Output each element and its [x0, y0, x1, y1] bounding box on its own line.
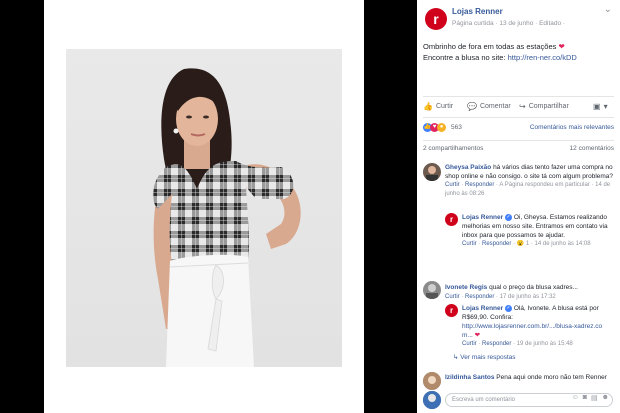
- post-sidebar: r Lojas Renner Página curtida · 13 de ju…: [417, 0, 620, 413]
- reply-time: 19 de junho às 15:48: [516, 341, 573, 347]
- comments-count[interactable]: 12 comentários: [570, 145, 614, 152]
- heart-emoji-icon: ❤: [474, 332, 481, 339]
- reply-link[interactable]: http://www.lojasrenner.com.br/.../blusa-…: [462, 322, 612, 340]
- avatar: [423, 391, 441, 409]
- reply: Lojas Renner ✓ Oi, Gheysa. Estamos reali…: [462, 213, 614, 249]
- comment: Izildinha Santos Pena aqui onde moro não…: [445, 373, 615, 382]
- page-name-link[interactable]: Lojas Renner: [452, 7, 503, 16]
- comment-label: Comentar: [479, 103, 511, 110]
- wow-reaction-icon: ●: [437, 123, 446, 132]
- share-label: Compartilhar: [528, 103, 569, 110]
- share-arrow-icon: ↪: [519, 102, 526, 111]
- comment: Gheysa Paixão há vários dias tento fazer…: [445, 163, 615, 199]
- comment-reply-link[interactable]: Responder: [465, 182, 494, 188]
- comment-meta: Curtir · Responder · 17 de junho às 17:3…: [445, 294, 556, 300]
- reply-meta: Curtir · Responder · 😮 1 · 14 de junho à…: [462, 241, 591, 247]
- verified-badge-icon: ✓: [505, 213, 512, 221]
- reply-author[interactable]: Lojas Renner: [462, 214, 503, 221]
- share-button[interactable]: ↪ Compartilhar: [519, 102, 569, 111]
- comment: Ivonete Regis qual o preço da blusa xadr…: [445, 283, 615, 302]
- action-bar: 👍 Curtir 💬 Comentar ↪ Compartilhar ▣ ▾: [423, 100, 614, 114]
- reply-time: 14 de junho às 14:08: [534, 241, 591, 247]
- page-logo[interactable]: r: [425, 8, 447, 30]
- more-replies-link[interactable]: ↳ Ver mais respostas: [453, 353, 516, 362]
- camera-icon[interactable]: ◙: [583, 394, 587, 402]
- comment-text: Pena aqui onde moro não tem Renner: [496, 374, 607, 381]
- avatar[interactable]: [423, 163, 441, 181]
- comment-like-link[interactable]: Curtir: [445, 294, 460, 300]
- post-meta: Página curtida · 13 de junho · Editado ·: [452, 20, 566, 27]
- comment-reply-link[interactable]: Responder: [465, 294, 494, 300]
- like-label: Curtir: [435, 103, 454, 110]
- sticker-icon[interactable]: ☻: [602, 394, 609, 402]
- reply-reply-link[interactable]: Responder: [482, 241, 511, 247]
- heart-emoji-icon: ❤: [558, 42, 565, 51]
- reply-link-text[interactable]: http://www.lojasrenner.com.br/.../blusa-…: [462, 323, 602, 339]
- thumbs-up-icon: 👍: [423, 102, 433, 111]
- shares-count[interactable]: 2 compartilhamentos: [423, 145, 483, 152]
- comment-composer: Escreva um comentário ☺ ◙ ▤ ☻: [423, 391, 614, 409]
- reply-like-link[interactable]: Curtir: [462, 341, 477, 347]
- photo-viewer: [44, 0, 364, 413]
- chevron-down-icon: ▾: [603, 102, 608, 111]
- reply-meta: Curtir · Responder · 19 de junho às 15:4…: [462, 341, 573, 347]
- engagement-stats: 2 compartilhamentos 12 comentários: [423, 145, 614, 152]
- product-link[interactable]: http://ren-ner.co/kDD: [508, 53, 577, 62]
- gif-icon[interactable]: ▤: [591, 394, 598, 402]
- verified-badge-icon: ✓: [505, 304, 512, 312]
- comment-sort-dropdown[interactable]: Comentários mais relevantes: [530, 124, 614, 131]
- comment-text: qual o preço da blusa xadres...: [489, 284, 578, 291]
- comment-author[interactable]: Ivonete Regis: [445, 284, 487, 291]
- avatar[interactable]: [423, 281, 441, 299]
- comment-time: 17 de junho às 17:32: [499, 294, 556, 300]
- comment-like-link[interactable]: Curtir: [445, 182, 460, 188]
- comment-author[interactable]: Izildinha Santos: [445, 374, 494, 381]
- reactions-row: 👍 ♥ ● 563 Comentários mais relevantes: [423, 122, 614, 136]
- reply-like-link[interactable]: Curtir: [462, 241, 477, 247]
- chevron-down-icon[interactable]: ⌄: [604, 4, 612, 15]
- comment-button[interactable]: 💬 Comentar: [467, 102, 511, 111]
- reply-reply-link[interactable]: Responder: [482, 341, 511, 347]
- caption-line-1: Ombrinho de fora em todas as estações: [423, 42, 557, 51]
- page-avatar-icon: ▣: [593, 102, 601, 111]
- caption-line-2: Encontre a blusa no site:: [423, 53, 508, 62]
- divider: [423, 117, 614, 118]
- avatar[interactable]: r: [445, 213, 458, 226]
- avatar[interactable]: [423, 372, 441, 390]
- reaction-count[interactable]: 563: [451, 124, 462, 131]
- avatar[interactable]: r: [445, 304, 458, 317]
- audience-selector[interactable]: ▣ ▾: [593, 102, 608, 111]
- reply: Lojas Renner ✓ Olá, Ivonete. A blusa est…: [462, 304, 612, 349]
- like-button[interactable]: 👍 Curtir: [423, 102, 453, 111]
- reply-reaction: 😮 1: [516, 241, 530, 247]
- speech-bubble-icon: 💬: [467, 102, 477, 111]
- comment-meta: Curtir · Responder · A Página respondeu …: [445, 182, 611, 197]
- divider: [423, 140, 614, 141]
- emoji-icon[interactable]: ☺: [572, 394, 579, 402]
- reply-arrow-icon: ↳: [453, 354, 459, 361]
- divider: [423, 96, 614, 97]
- composer-tools: ☺ ◙ ▤ ☻: [572, 394, 609, 402]
- product-photo[interactable]: [66, 49, 342, 367]
- model-illustration: [152, 68, 301, 367]
- comment-author[interactable]: Gheysa Paixão: [445, 164, 491, 171]
- post-header: r Lojas Renner Página curtida · 13 de ju…: [417, 0, 620, 36]
- reply-author[interactable]: Lojas Renner: [462, 305, 503, 312]
- more-replies-label: Ver mais respostas: [460, 354, 516, 361]
- post-caption: Ombrinho de fora em todas as estações ❤ …: [423, 41, 615, 63]
